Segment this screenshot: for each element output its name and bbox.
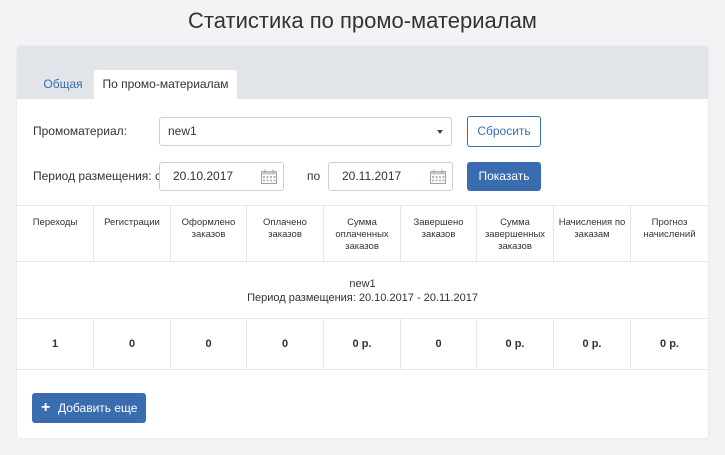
show-button[interactable]: Показать <box>467 162 541 191</box>
column-header-line: заказов <box>498 241 532 252</box>
table-cell: 0 <box>247 319 324 370</box>
table-cell: 0 <box>94 319 171 370</box>
tab-by-promo-materials[interactable]: По промо-материалам <box>94 70 237 99</box>
table-header: Переходы Регистрации Оформлено заказов О… <box>17 205 708 262</box>
to-label: по <box>307 169 321 183</box>
column-header: Сумма оплаченных заказов <box>324 206 401 262</box>
column-header: Регистрации <box>94 206 171 262</box>
column-header-line: Сумма <box>500 217 530 228</box>
period-label: Период размещения: с <box>33 169 161 183</box>
group-name: new1 <box>349 278 376 290</box>
group-period: Период размещения: 20.10.2017 - 20.11.20… <box>247 292 478 304</box>
promo-material-value: new1 <box>168 124 197 138</box>
date-to-input[interactable]: 20.11.2017 <box>328 162 453 191</box>
date-from-input[interactable]: 20.10.2017 <box>159 162 284 191</box>
column-header: Оформлено заказов <box>171 206 247 262</box>
promo-material-select[interactable]: new1 <box>159 117 452 146</box>
column-header-line: заказов <box>268 229 302 240</box>
date-from-value: 20.10.2017 <box>173 169 234 183</box>
column-header-line: Оформлено <box>181 217 236 228</box>
date-to-value: 20.11.2017 <box>342 169 402 183</box>
column-header-line: заказов <box>345 241 379 252</box>
column-header: Переходы <box>17 206 94 262</box>
calendar-icon[interactable] <box>261 169 277 184</box>
group-header-row: new1 Период размещения: 20.10.2017 - 20.… <box>17 261 708 318</box>
page-title: Статистика по промо-материалам <box>188 8 537 33</box>
reset-button[interactable]: Сбросить <box>467 116 541 147</box>
table-cell: 1 <box>17 319 94 370</box>
add-more-label: Добавить еще <box>58 401 138 415</box>
calendar-icon[interactable] <box>430 169 446 184</box>
table-row: 1 0 0 0 0 р. 0 0 р. 0 р. 0 р. <box>17 318 708 370</box>
table-cell: 0 р. <box>554 319 631 370</box>
column-header: Начисления по заказам <box>554 206 631 262</box>
column-header-line: заказов <box>191 229 226 240</box>
chevron-down-icon <box>437 130 443 134</box>
column-header-line: оплаченных <box>335 229 389 240</box>
column-header-line: Регистрации <box>104 217 160 228</box>
column-header-line: Сумма <box>347 217 377 228</box>
tab-bar: Общая По промо-материалам <box>17 46 708 99</box>
column-header-line: Начисления по <box>558 217 626 228</box>
add-more-button[interactable]: + Добавить еще <box>32 393 146 423</box>
column-header-line: начислений <box>643 229 696 240</box>
column-header-line: Переходы <box>32 217 78 228</box>
column-header: Прогноз начислений <box>631 206 708 262</box>
column-header-line: Оплачено <box>263 217 307 228</box>
column-header: Оплачено заказов <box>247 206 324 262</box>
table-cell: 0 р. <box>477 319 554 370</box>
stats-card: Общая По промо-материалам Промоматериал:… <box>17 46 708 438</box>
column-header-line: Завершено <box>413 217 464 228</box>
column-header: Сумма завершенных заказов <box>477 206 554 262</box>
table-cell: 0 <box>171 319 247 370</box>
column-header: Завершено заказов <box>401 206 477 262</box>
plus-icon: + <box>41 399 51 416</box>
tab-general[interactable]: Общая <box>35 70 91 99</box>
column-header-line: заказам <box>574 229 610 240</box>
table-cell: 0 <box>401 319 477 370</box>
table-cell: 0 р. <box>324 319 401 370</box>
column-header-line: завершенных <box>484 229 546 240</box>
table-cell: 0 р. <box>660 338 679 350</box>
promo-material-label: Промоматериал: <box>33 124 127 138</box>
column-header-line: заказов <box>421 229 456 240</box>
column-header-line: Прогноз <box>651 217 688 228</box>
